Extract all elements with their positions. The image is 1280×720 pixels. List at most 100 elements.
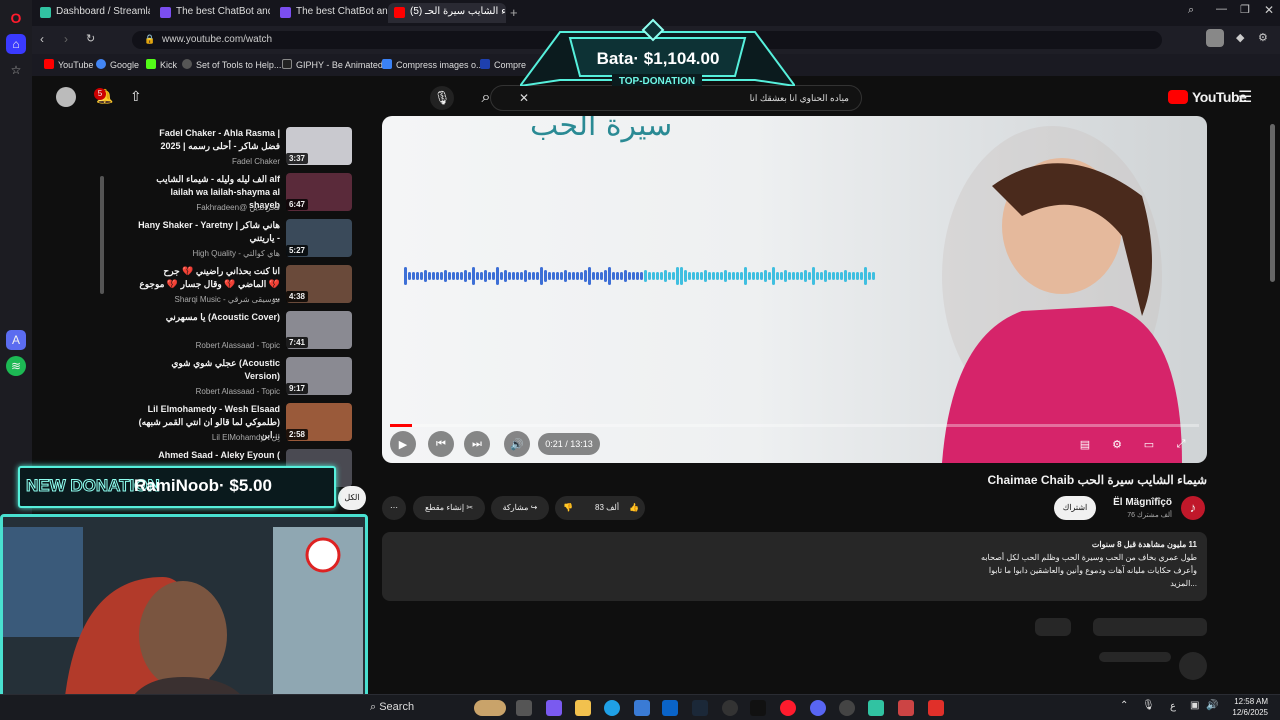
voice-search-icon[interactable]: 🎙 — [430, 86, 454, 110]
next-button[interactable]: ⏭ — [464, 431, 490, 457]
app-icon[interactable] — [898, 700, 914, 716]
previous-button[interactable]: ⏮ — [428, 431, 454, 457]
4k-icon[interactable] — [722, 700, 738, 716]
subtitles-icon[interactable]: ▤ — [1072, 431, 1098, 457]
discord-icon[interactable] — [810, 700, 826, 716]
recommendation-title[interactable]: يا مسهرني (Acoustic Cover) — [138, 311, 280, 324]
bookmark-youtube[interactable]: YouTube — [44, 59, 93, 70]
tab-streamlabs[interactable]: Dashboard / Streamlabs — [34, 3, 150, 23]
description-line: وأعرف حكايات مليانه آهات ودموع وأنين وال… — [988, 566, 1197, 575]
fullscreen-icon[interactable]: ⤢ — [1168, 431, 1194, 457]
channel-name[interactable]: Ël Mägnîfîçö — [1113, 497, 1172, 508]
show-more-link[interactable]: ...المزيد — [392, 577, 1197, 590]
recommendation-item[interactable]: 4:38 انا كنت بحذاني راضيني 💔 جرح الماضي 💔… — [139, 265, 352, 315]
opera-logo-icon[interactable]: O — [6, 8, 26, 28]
dislike-icon[interactable]: 👎 — [563, 496, 573, 520]
forward-icon[interactable]: › — [64, 32, 68, 46]
more-actions-icon[interactable]: ⋯ — [382, 496, 406, 520]
recommendation-item[interactable]: 6:47 الف ليله وليله - شيماء الشايب alf la… — [152, 173, 352, 223]
close-button[interactable]: ✕ — [1264, 3, 1274, 17]
bookmarks-icon[interactable]: ☆ — [6, 60, 26, 80]
tab-youtube[interactable]: (5) شيماء الشايب سيرة الحـ — [388, 3, 506, 23]
steam-icon[interactable] — [692, 700, 708, 716]
progress-track[interactable] — [390, 424, 1199, 427]
profile-avatar[interactable] — [1206, 29, 1224, 47]
tray-chevron-icon[interactable]: ⌃ — [1120, 700, 1128, 711]
recommendation-title[interactable]: عجلي شوي شوي (Acoustic Version) — [138, 357, 280, 383]
network-icon[interactable]: ▣ — [1190, 700, 1199, 711]
bookmark-compress-1[interactable]: Compress images o... — [382, 59, 484, 70]
store-icon[interactable] — [634, 700, 650, 716]
video-player[interactable]: سيرة الحب ▶ ⏮ ⏭ 🔊 0:21 / 13:13 ▤ ⚙ ▭ ⤢ — [382, 116, 1207, 463]
outlook-icon[interactable] — [662, 700, 678, 716]
youtube-logo-icon[interactable] — [1168, 90, 1188, 104]
like-count[interactable]: 83 ألف — [595, 503, 619, 512]
aria-icon[interactable]: A — [6, 330, 26, 350]
task-view-icon[interactable] — [516, 700, 532, 716]
volume-button[interactable]: 🔊 — [504, 431, 530, 457]
taskbar-search[interactable]: ⌕ Search — [370, 701, 414, 714]
file-explorer-icon[interactable] — [575, 700, 591, 716]
tab-chatbot-1[interactable]: The best ChatBot and Wi — [154, 3, 270, 23]
recommendation-item[interactable]: 5:27 Hany Shaker - Yaretny | هاني شاكر - … — [138, 219, 352, 269]
clip-button[interactable]: إنشاء مقطع ✂ — [413, 496, 485, 520]
page-scrollbar[interactable] — [1270, 124, 1275, 282]
waveform-bar — [544, 270, 547, 282]
clock[interactable]: 12:58 AM 12/6/2025 — [1230, 696, 1268, 718]
like-icon[interactable]: 👍 — [629, 496, 639, 520]
clear-search-icon[interactable]: ✕ — [519, 91, 529, 105]
tab-chatbot-2[interactable]: The best ChatBot and Wi — [274, 3, 390, 23]
new-donation-text: RamiNoob· $5.00 — [134, 476, 272, 495]
youtube-icon — [394, 7, 405, 18]
app-icon[interactable] — [928, 700, 944, 716]
copilot-icon[interactable] — [546, 700, 562, 716]
search-tabs-icon[interactable]: ⌕ — [1188, 4, 1194, 17]
reload-icon[interactable]: ↻ — [86, 32, 95, 45]
streamlabs-taskbar-icon[interactable] — [868, 700, 884, 716]
play-button[interactable]: ▶ — [390, 431, 416, 457]
recommendation-title[interactable]: Hany Shaker - Yaretny | هاني شاكر - ياري… — [138, 219, 280, 245]
spotify-icon[interactable]: ≋ — [6, 356, 26, 376]
volume-tray-icon[interactable]: 🔊 — [1206, 700, 1218, 711]
chip-all[interactable]: الكل — [338, 486, 366, 510]
recommendation-item[interactable]: 7:41 يا مسهرني (Acoustic Cover) Robert Ala… — [152, 311, 352, 361]
miniplayer-icon[interactable]: ▭ — [1136, 431, 1162, 457]
sidebar-scrollbar[interactable] — [100, 176, 104, 294]
waveform-bar — [692, 272, 695, 280]
waveform-bar — [812, 267, 815, 285]
recommendation-title[interactable]: Ahmed Saad - Aleky Eyoun ( — [138, 449, 280, 462]
search-input[interactable]: ✕ مياده الحناوي انا بعشقك انا — [490, 85, 862, 111]
wallet-icon[interactable]: ◆ — [1236, 31, 1244, 44]
subscribe-button[interactable]: اشتراك — [1054, 496, 1096, 520]
account-avatar[interactable] — [56, 87, 76, 107]
edge-icon[interactable] — [604, 700, 620, 716]
share-button[interactable]: مشاركة ↪ — [491, 496, 549, 520]
language-indicator[interactable]: ع — [1170, 701, 1176, 712]
app-icon[interactable] — [839, 700, 855, 716]
waveform-bar — [512, 272, 515, 280]
settings-gear-icon[interactable]: ⚙ — [1104, 431, 1130, 457]
home-icon[interactable]: ⌂ — [6, 34, 26, 54]
waveform-bar — [756, 272, 759, 280]
channel-avatar[interactable]: ♪ — [1181, 496, 1205, 520]
opera-taskbar-icon[interactable] — [780, 700, 796, 716]
back-icon[interactable]: ‹ — [40, 32, 44, 46]
widget-icon[interactable] — [474, 700, 506, 716]
bookmark-giphy[interactable]: GIPHY - Be Animated — [282, 59, 383, 70]
bookmark-kick[interactable]: Kick — [146, 59, 177, 70]
mic-tray-icon[interactable]: 🎙 — [1142, 700, 1155, 711]
upload-icon[interactable]: ⇧ — [130, 88, 142, 105]
tiktok-icon[interactable] — [750, 700, 766, 716]
minimize-button[interactable]: — — [1216, 3, 1227, 15]
recommendation-item[interactable]: 9:17 عجلي شوي شوي (Acoustic Version) Rober… — [152, 357, 352, 407]
settings-icon[interactable]: ⚙ — [1258, 31, 1268, 44]
maximize-button[interactable]: ❐ — [1240, 3, 1250, 16]
bookmark-google[interactable]: Google — [96, 59, 139, 70]
bookmark-tools[interactable]: Set of Tools to Help... — [182, 59, 281, 70]
recommendation-title[interactable]: Fadel Chaker - Ahla Rasma | 2025 | فضل ش… — [138, 127, 280, 153]
new-tab-button[interactable]: + — [510, 5, 518, 20]
recommendation-item[interactable]: 2:58 Lil Elmohamedy - Wesh Elsaad (طلموكي… — [139, 403, 352, 453]
menu-icon[interactable]: ☰ — [1238, 87, 1252, 107]
description-box[interactable]: 11 مليون مشاهدة قبل 8 سنوات طول عمري بخا… — [382, 532, 1207, 601]
recommendation-item[interactable]: 3:37 Fadel Chaker - Ahla Rasma | 2025 | ف… — [152, 127, 352, 177]
